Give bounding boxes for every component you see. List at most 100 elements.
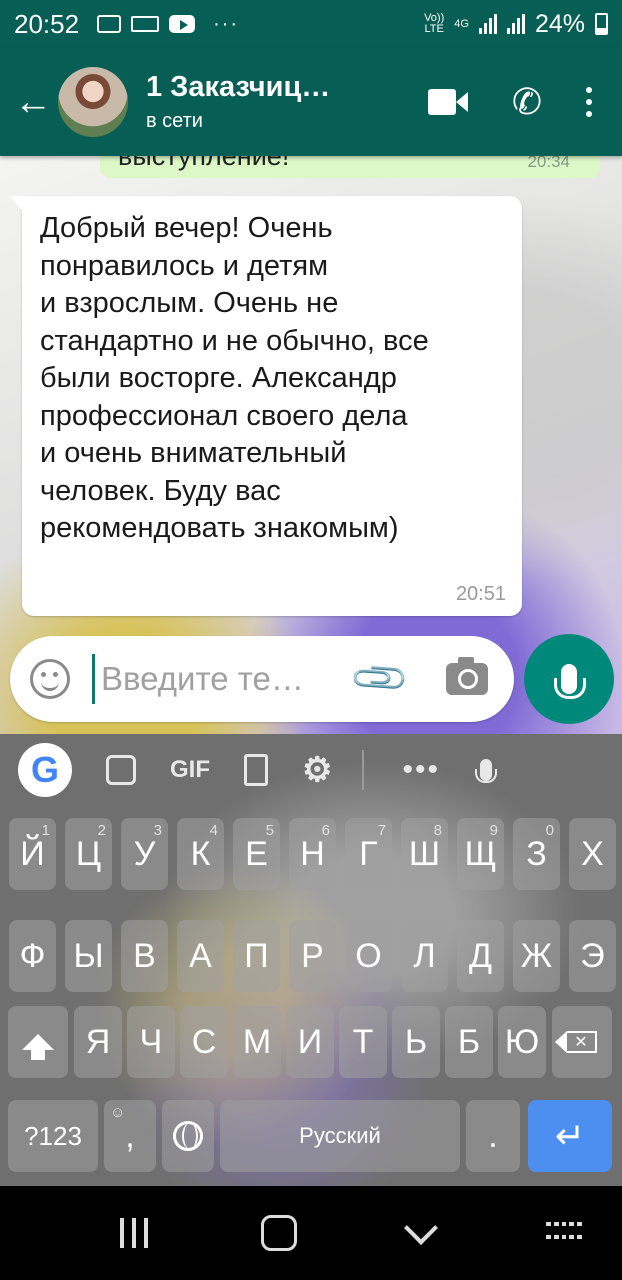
space-key[interactable]: Русский: [220, 1100, 460, 1172]
key-r3-5[interactable]: Т: [339, 1006, 387, 1078]
recent-apps-icon[interactable]: [120, 1218, 148, 1248]
more-options-icon[interactable]: •••: [402, 753, 440, 787]
home-icon[interactable]: [260, 1215, 297, 1251]
status-right: Vo)) LTE 4G 24%: [424, 10, 608, 39]
key-r2-6[interactable]: О: [345, 920, 392, 992]
key-label: Р: [301, 936, 324, 975]
key-label: Г: [359, 834, 378, 873]
key-r3-6[interactable]: Ь: [392, 1006, 440, 1078]
key-label: Щ: [464, 834, 497, 873]
key-r3-7[interactable]: Б: [445, 1006, 493, 1078]
toolbar-divider: [362, 750, 365, 790]
key-label: Ч: [139, 1022, 163, 1061]
outgoing-message-text: выступление!: [118, 156, 290, 171]
key-hint: 3: [153, 822, 162, 839]
key-r2-7[interactable]: Л: [401, 920, 448, 992]
voice-input-icon[interactable]: [475, 759, 497, 783]
key-r2-0[interactable]: Ф: [9, 920, 56, 992]
outgoing-message[interactable]: выступление! 20:34: [100, 156, 600, 178]
key-r1-2[interactable]: У3: [121, 818, 168, 890]
key-hint: 1: [41, 822, 50, 839]
key-hint: 4: [209, 822, 218, 839]
contact-status: в сети: [146, 110, 203, 132]
key-r3-1[interactable]: Ч: [127, 1006, 175, 1078]
keyboard-switch-icon[interactable]: [545, 1222, 582, 1244]
key-hint: 9: [489, 822, 498, 839]
enter-key[interactable]: ↵: [528, 1100, 612, 1172]
keyboard-row-2: ФЫВАПРОЛДЖЭ: [0, 920, 622, 992]
key-label: Ы: [73, 936, 104, 975]
period-key[interactable]: .: [466, 1100, 520, 1172]
gif-button[interactable]: GIF: [170, 756, 210, 784]
shift-key[interactable]: [8, 1006, 68, 1078]
key-label: Ь: [404, 1022, 428, 1061]
key-r3-4[interactable]: И: [286, 1006, 334, 1078]
key-r1-10[interactable]: Х: [569, 818, 616, 890]
notification-icons: ···: [97, 13, 239, 36]
incoming-message[interactable]: Добрый вечер! Очень понравилось и детям …: [10, 196, 522, 616]
key-r2-5[interactable]: Р: [289, 920, 336, 992]
signal-icon: [478, 14, 497, 34]
key-r3-2[interactable]: С: [180, 1006, 228, 1078]
google-icon[interactable]: G: [18, 743, 72, 797]
key-hint: 8: [433, 822, 442, 839]
key-r1-4[interactable]: Е5: [233, 818, 280, 890]
key-r3-0[interactable]: Я: [74, 1006, 122, 1078]
backspace-key[interactable]: ✕: [552, 1006, 612, 1078]
key-r2-2[interactable]: В: [121, 920, 168, 992]
comma-key[interactable]: ☺ ,: [104, 1100, 156, 1172]
phone-call-icon[interactable]: ✆: [512, 84, 542, 120]
key-label: Ш: [408, 834, 441, 873]
symbols-key[interactable]: ?123: [8, 1100, 98, 1172]
sticker-icon[interactable]: [106, 755, 136, 785]
more-vert-icon[interactable]: [586, 87, 592, 117]
language-key[interactable]: [162, 1100, 214, 1172]
message-input[interactable]: [99, 659, 333, 699]
key-r2-9[interactable]: Ж: [513, 920, 560, 992]
comma-label: ,: [125, 1116, 135, 1155]
attach-icon[interactable]: 📎: [348, 647, 413, 712]
key-r2-3[interactable]: А: [177, 920, 224, 992]
key-r2-8[interactable]: Д: [457, 920, 504, 992]
video-call-icon[interactable]: [427, 89, 468, 115]
contact-avatar[interactable]: [58, 67, 128, 137]
key-r2-4[interactable]: П: [233, 920, 280, 992]
incoming-message-text: Добрый вечер! Очень понравилось и детям …: [40, 212, 429, 544]
key-r3-3[interactable]: М: [233, 1006, 281, 1078]
voice-message-button[interactable]: [524, 634, 614, 724]
key-r1-5[interactable]: Н6: [289, 818, 336, 890]
key-label: Й: [20, 834, 45, 873]
header-actions: ✆: [427, 84, 592, 120]
clipboard-icon[interactable]: [244, 754, 268, 786]
emoji-hint-icon: ☺: [110, 1104, 126, 1121]
keyboard-row-1: Й1Ц2У3К4Е5Н6Г7Ш8Щ9З0Х: [0, 818, 622, 890]
key-r1-6[interactable]: Г7: [345, 818, 392, 890]
gear-icon[interactable]: ⚙: [302, 750, 332, 790]
key-r1-8[interactable]: Щ9: [457, 818, 504, 890]
back-arrow-icon[interactable]: ←: [14, 81, 54, 124]
keyboard-row-4: ?123 ☺ , Русский . ↵: [0, 1100, 622, 1172]
chat-header: ← 1 Заказчиц… в сети ✆: [0, 48, 622, 156]
key-r1-1[interactable]: Ц2: [65, 818, 112, 890]
globe-icon: [173, 1121, 203, 1151]
mic-icon: [554, 664, 586, 699]
key-r2-1[interactable]: Ы: [65, 920, 112, 992]
contact-name: 1 Заказчиц…: [146, 71, 331, 103]
shift-icon: [22, 1034, 54, 1060]
text-cursor: [92, 654, 95, 704]
camera-icon[interactable]: [446, 657, 489, 695]
key-r3-8[interactable]: Ю: [498, 1006, 546, 1078]
key-r1-0[interactable]: Й1: [9, 818, 56, 890]
contact-info[interactable]: 1 Заказчиц… в сети: [146, 71, 428, 133]
key-r2-10[interactable]: Э: [569, 920, 616, 992]
key-r1-7[interactable]: Ш8: [401, 818, 448, 890]
outgoing-message-time: 20:34: [527, 156, 570, 171]
key-label: К: [190, 834, 211, 873]
emoji-icon[interactable]: [30, 659, 70, 699]
key-r1-9[interactable]: З0: [513, 818, 560, 890]
key-label: С: [191, 1022, 217, 1061]
key-label: М: [242, 1022, 272, 1061]
signal-icon-2: [506, 14, 525, 34]
hide-keyboard-icon[interactable]: [404, 1211, 439, 1245]
key-r1-3[interactable]: К4: [177, 818, 224, 890]
